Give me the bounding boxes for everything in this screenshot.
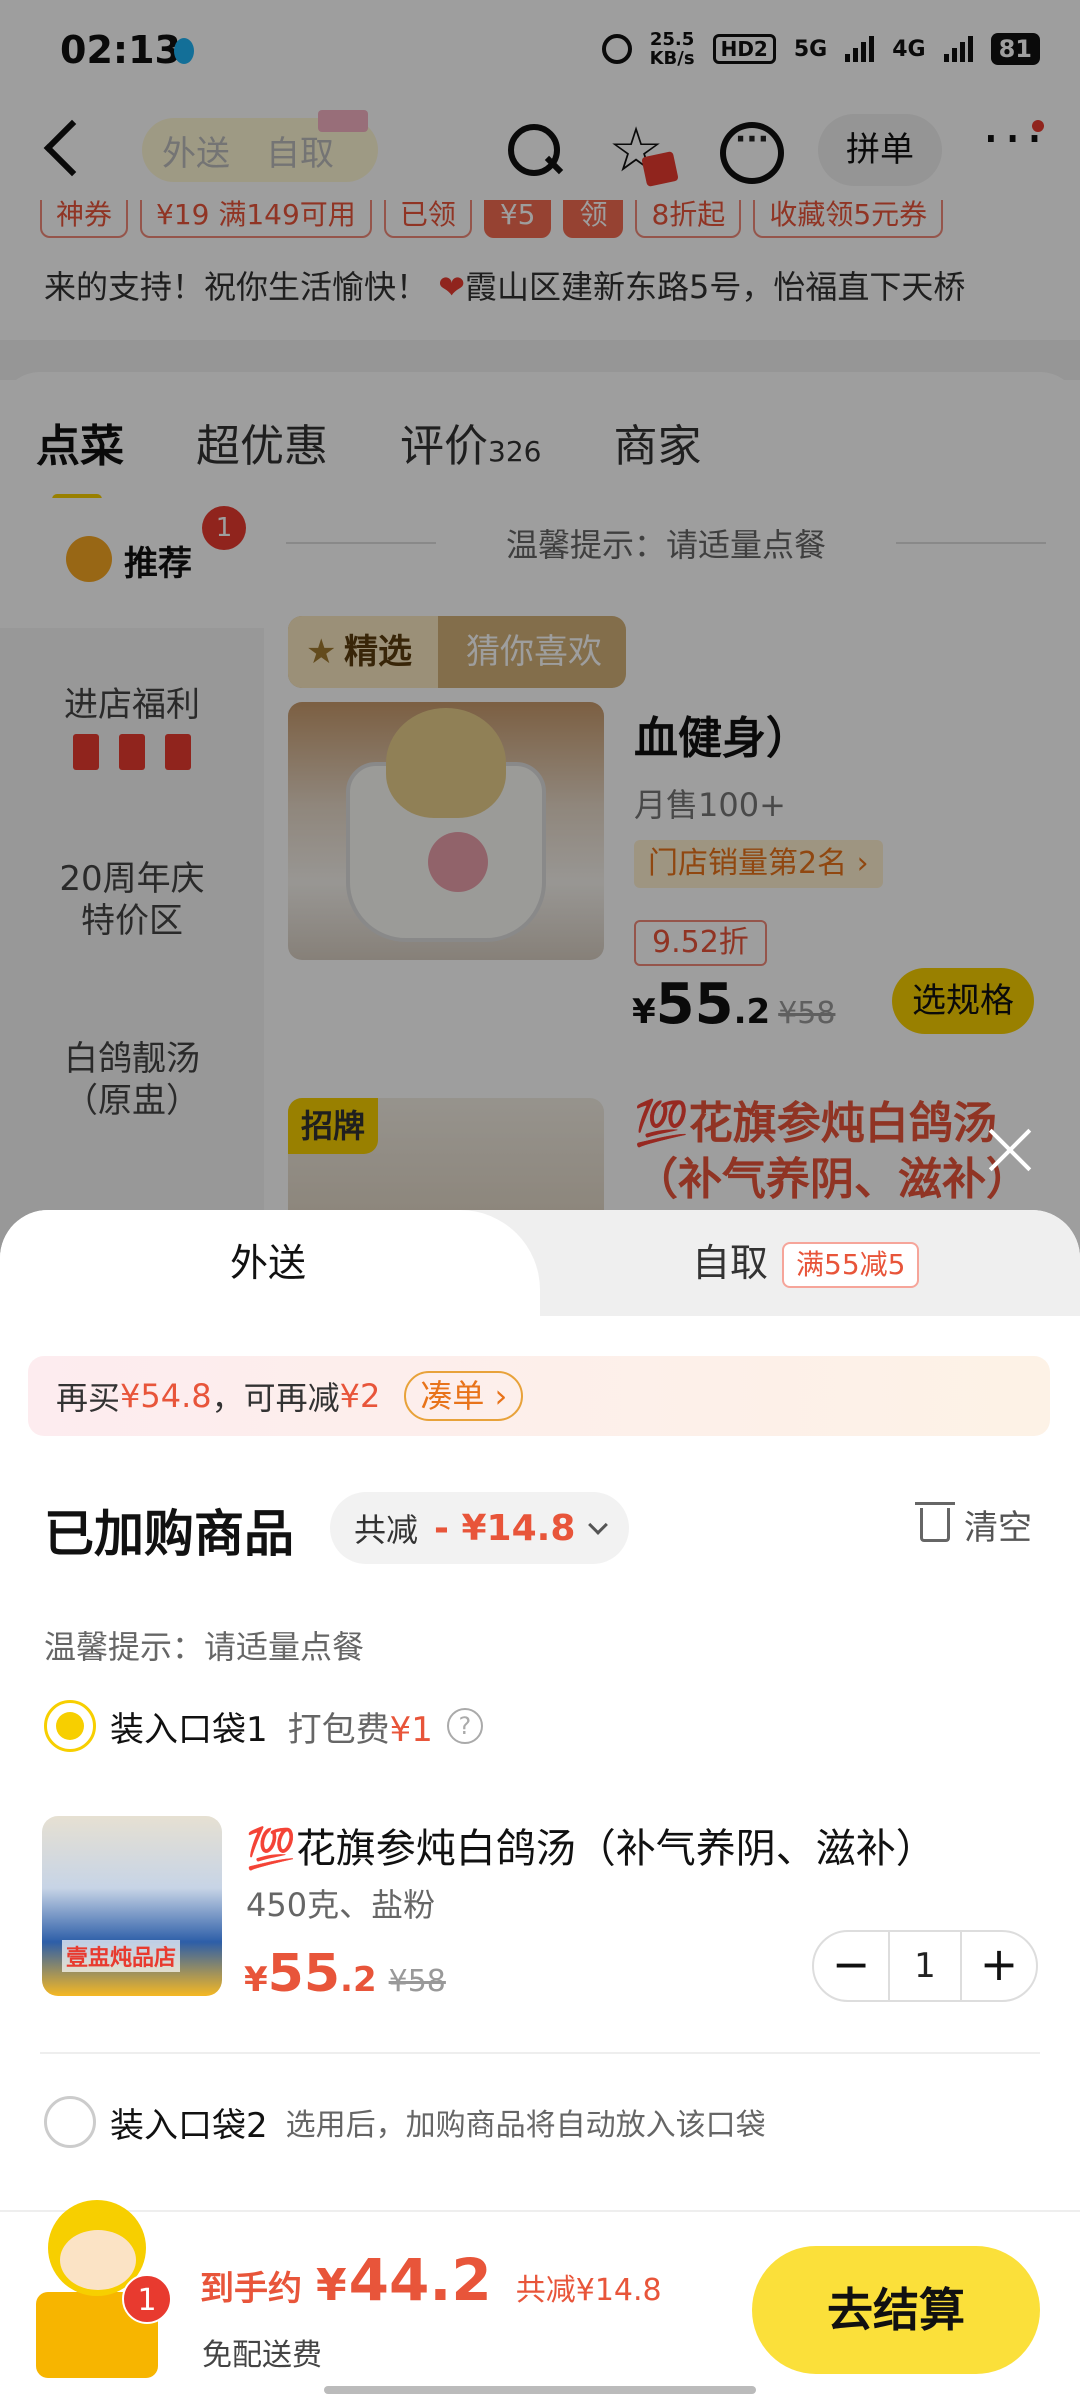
cart-item-price: ¥55.2 ¥58 (244, 1944, 446, 2004)
bag2-label: 装入口袋2 (110, 2105, 268, 2146)
bag1-label: 装入口袋1 (110, 1709, 268, 1750)
pay-summary: 到手约 ¥44.2 共减¥14.8 (200, 2246, 662, 2314)
tab-pickup[interactable]: 自取 (692, 1210, 768, 1316)
bag1-option[interactable]: 装入口袋1 打包费¥1 ? (44, 1700, 483, 1752)
packing-fee: 打包费¥1 (287, 1709, 433, 1750)
cart-title: 已加购商品 (44, 1505, 294, 1563)
shop-label: 壹盅炖品店 (62, 1940, 181, 1972)
total-discount-amount: - ¥14.8 (434, 1507, 576, 1549)
bag2-option[interactable]: 装入口袋2 选用后，加购商品将自动放入该口袋 (44, 2096, 766, 2148)
checkout-bar: 1 到手约 ¥44.2 共减¥14.8 免配送费 去结算 (0, 2200, 1080, 2400)
cart-item-image[interactable]: 壹盅炖品店 (42, 1816, 222, 1996)
total-discount-pill[interactable]: 共减 - ¥14.8 (330, 1492, 630, 1564)
decrease-button[interactable]: − (814, 1932, 888, 2000)
free-shipping-label: 免配送费 (202, 2338, 322, 2373)
home-indicator[interactable] (324, 2386, 756, 2394)
increase-button[interactable]: + (962, 1932, 1036, 2000)
bag2-hint: 选用后，加购商品将自动放入该口袋 (285, 2108, 766, 2143)
quantity-value: 1 (888, 1932, 962, 2000)
dim-overlay[interactable] (0, 0, 1080, 1260)
clear-cart-button[interactable]: 清空 (915, 1500, 1032, 1549)
bag1-radio[interactable] (44, 1700, 96, 1752)
cart-item-original-price: ¥58 (388, 1964, 446, 1999)
bag2-radio[interactable] (44, 2096, 96, 2148)
checkout-button[interactable]: 去结算 (752, 2246, 1040, 2374)
close-icon[interactable] (988, 1128, 1032, 1172)
add-more-amount: ¥54.8 (120, 1377, 212, 1415)
divider (40, 2052, 1040, 2054)
total-saving: 共减¥14.8 (515, 2273, 662, 2308)
pay-label: 到手约 (200, 2269, 302, 2309)
chevron-down-icon (588, 1515, 609, 1535)
pickup-promo-badge: 满55减5 (782, 1242, 920, 1288)
cart-item-title: 💯花旗参炖白鸽汤（补气养阴、滋补） (246, 1826, 936, 1872)
pay-amount: 44.2 (348, 2246, 492, 2314)
cart-count-badge: 1 (122, 2274, 172, 2324)
help-icon[interactable]: ? (446, 1708, 483, 1744)
trash-icon (915, 1501, 955, 1542)
add-more-banner: 再买 ¥54.8 ，可再减 ¥2 凑单 › (28, 1356, 1050, 1436)
add-more-button[interactable]: 凑单 › (404, 1371, 524, 1421)
order-tip: 温馨提示：请适量点餐 (44, 1628, 365, 1666)
sheet-tabs: 外送 自取 满55减5 (0, 1210, 1080, 1316)
add-more-saving: ¥2 (339, 1377, 381, 1415)
hundred-points-icon: 💯 (246, 1826, 296, 1872)
tab-delivery[interactable]: 外送 (0, 1210, 540, 1316)
cart-item-spec: 450克、盐粉 (246, 1886, 436, 1924)
quantity-stepper: − 1 + (812, 1930, 1038, 2002)
